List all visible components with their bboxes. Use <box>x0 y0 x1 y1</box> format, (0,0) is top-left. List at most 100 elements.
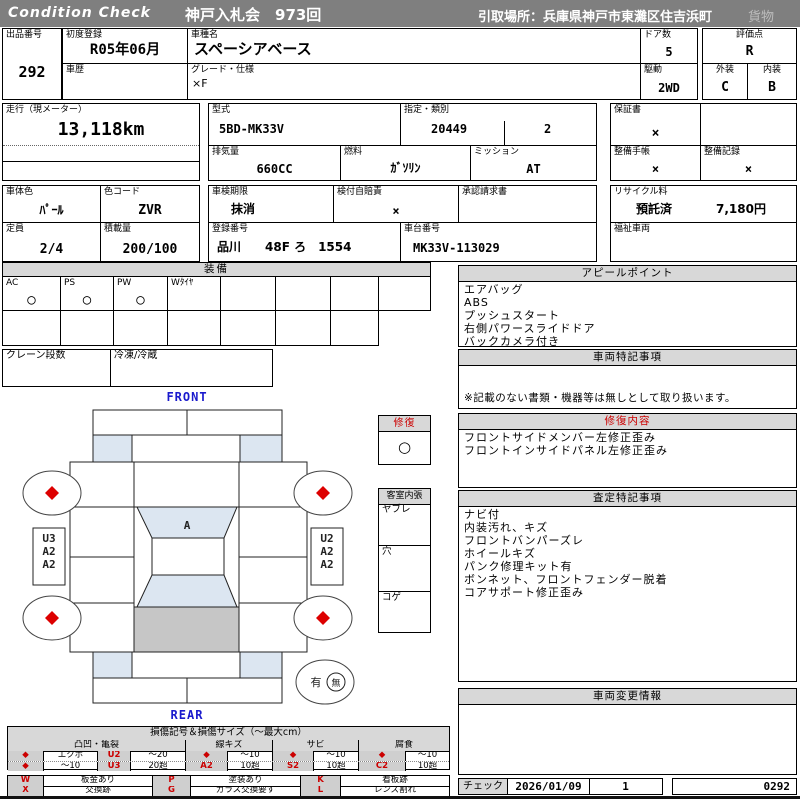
capacity-label: 定員 <box>6 224 25 234</box>
category-tag: 貨物 <box>748 10 775 25</box>
auction-sheet: Condition Check 神戸入札会 973回 引取場所：兵庫県神戸市東灘… <box>0 0 800 800</box>
crane-label: クレーン段数 <box>6 350 66 361</box>
legend-text: レンズ割れ <box>373 786 417 795</box>
model-code-label: 型式 <box>212 105 231 115</box>
legend-code: G <box>153 786 191 796</box>
body-color-label: 車体色 <box>6 187 34 197</box>
legend-code: L <box>301 786 341 796</box>
bottom-rule <box>0 796 800 799</box>
ps-label: PS <box>64 278 76 288</box>
model-name-value: スペーシアベース <box>194 40 312 58</box>
cabin-lining-row-label: ヤブレ <box>382 504 411 515</box>
legend-text: 20超 <box>131 762 186 771</box>
legend-group: 凸凹・亀裂 <box>8 740 186 751</box>
body-color-value: ﾊﾟｰﾙ <box>39 203 64 217</box>
insurance-label: 検付自賠責 <box>337 187 383 197</box>
model-code-value: 5BD-MK33V <box>219 122 285 136</box>
repair-flag-header: 修復 <box>379 416 430 432</box>
assessment-line: パンク修理キット有 <box>464 560 573 573</box>
legend-text: ～10 <box>228 751 273 761</box>
legend-code: U3 <box>98 762 131 771</box>
legend-text: ～10 <box>417 751 438 760</box>
insurance-value: × <box>392 204 400 218</box>
legend-group: サビ <box>273 740 359 751</box>
equipment-cell-empty <box>2 310 61 346</box>
rear-panel <box>131 651 241 679</box>
mileage-value: 13,118km <box>57 119 145 140</box>
taillight-right <box>239 651 283 679</box>
approval-label: 承認請求書 <box>462 187 508 197</box>
pw-label: PW <box>117 278 132 288</box>
header-bar: Condition Check 神戸入札会 973回 引取場所：兵庫県神戸市東灘… <box>0 0 800 27</box>
divider <box>3 145 199 146</box>
check-label: チェック <box>458 778 508 795</box>
assessment-line: ホイールキズ <box>464 547 536 560</box>
capacity-field: 定員 2/4 <box>2 222 101 262</box>
class-no-value: 20449 <box>431 122 468 136</box>
legend-text: 交換跡 <box>44 786 153 796</box>
maintenance-record-label: 整備記録 <box>704 147 741 157</box>
fuel-value: ｶﾞｿﾘﾝ <box>390 161 421 175</box>
legend-text: ～20 <box>131 751 186 761</box>
fridge-label: 冷凍/冷蔵 <box>114 350 158 361</box>
ac-label: AC <box>6 278 19 288</box>
recycle-fee-field: リサイクル料 預託済 7,180円 <box>610 185 797 223</box>
check-number-box: 0292 <box>672 778 797 795</box>
load-capacity-field: 積載量 200/100 <box>100 222 200 262</box>
recycle-status-value: 預託済 <box>636 202 673 216</box>
appeal-points-box: アピールポイント エアバッグ ABS プッシュスタート 右側パワースライドドア … <box>458 265 797 348</box>
score-field: 評価点 R <box>702 28 797 64</box>
mileage-label: 走行（現メーター） <box>6 105 88 115</box>
right-side-mark: A2 <box>320 545 333 558</box>
doors-label: ドア数 <box>644 30 672 40</box>
displacement-value: 660CC <box>256 162 293 176</box>
grade-value: ×F <box>192 77 208 90</box>
divider <box>3 161 199 162</box>
recycle-fee-value: 7,180円 <box>716 202 766 216</box>
body-color-field: 車体色 ﾊﾟｰﾙ <box>2 185 101 223</box>
check-date: 2026/01/09 <box>515 780 582 793</box>
insurance-field: 検付自賠責 × <box>333 185 459 223</box>
lot-number-label: 出品番号 <box>6 30 43 40</box>
welfare-vehicle-field: 福祉車両 <box>610 222 797 262</box>
legend-group: 腐食 <box>394 740 413 750</box>
doors-field: ドア数 5 <box>640 28 698 64</box>
appeal-points-header: アピールポイント <box>459 266 796 282</box>
equipment-cell-empty <box>378 276 431 311</box>
equipment-cell-pw: PW ○ <box>113 276 168 311</box>
vehicle-change-header: 車両変更情報 <box>459 689 796 705</box>
rear-window <box>136 574 238 608</box>
legend-code: X <box>8 786 44 796</box>
class-field: 指定・類別 20449 2 <box>400 103 597 146</box>
cabin-lining-row: コゲ <box>379 592 430 632</box>
legend-text: 塗装あり <box>191 776 301 786</box>
repair-flag-box: 修復 ○ <box>378 415 431 465</box>
exterior-grade-label: 外装 <box>715 65 734 75</box>
lot-number-value: 292 <box>18 63 46 81</box>
legend-text: 10超 <box>228 762 273 771</box>
spare-yes-label: 有 <box>311 675 322 689</box>
equipment-cell-ac: AC ○ <box>2 276 61 311</box>
inspection-field: 車検期限 抹消 <box>208 185 334 223</box>
legend-code: A2 <box>186 762 228 771</box>
brand-logo: Condition Check <box>8 5 151 21</box>
score-label: 評価点 <box>735 30 763 40</box>
score-value: R <box>745 44 754 59</box>
repair-details-header: 修復内容 <box>459 414 796 430</box>
divider <box>504 121 505 145</box>
fridge-field: 冷凍/冷蔵 <box>110 349 273 387</box>
maintenance-book-value: × <box>651 162 660 176</box>
assessment-line: ナビ付 <box>464 508 500 521</box>
check-date-box: 2026/01/09 1 <box>507 778 663 795</box>
check-count: 1 <box>622 780 629 793</box>
interior-grade-label: 内装 <box>762 65 781 75</box>
legend-title: 損傷記号＆損傷サイズ（～最大cm） <box>150 727 307 738</box>
repair-flag-mark: ○ <box>397 438 412 456</box>
headlight-right <box>239 434 283 463</box>
rear-label: REAR <box>171 708 204 722</box>
maintenance-record-value: × <box>744 162 753 176</box>
right-side-mark: A2 <box>320 558 333 571</box>
assessment-notes-header: 査定特記事項 <box>459 491 796 507</box>
grade-label: グレード・仕様 <box>191 65 255 75</box>
right-side-mark: U2 <box>320 532 333 545</box>
